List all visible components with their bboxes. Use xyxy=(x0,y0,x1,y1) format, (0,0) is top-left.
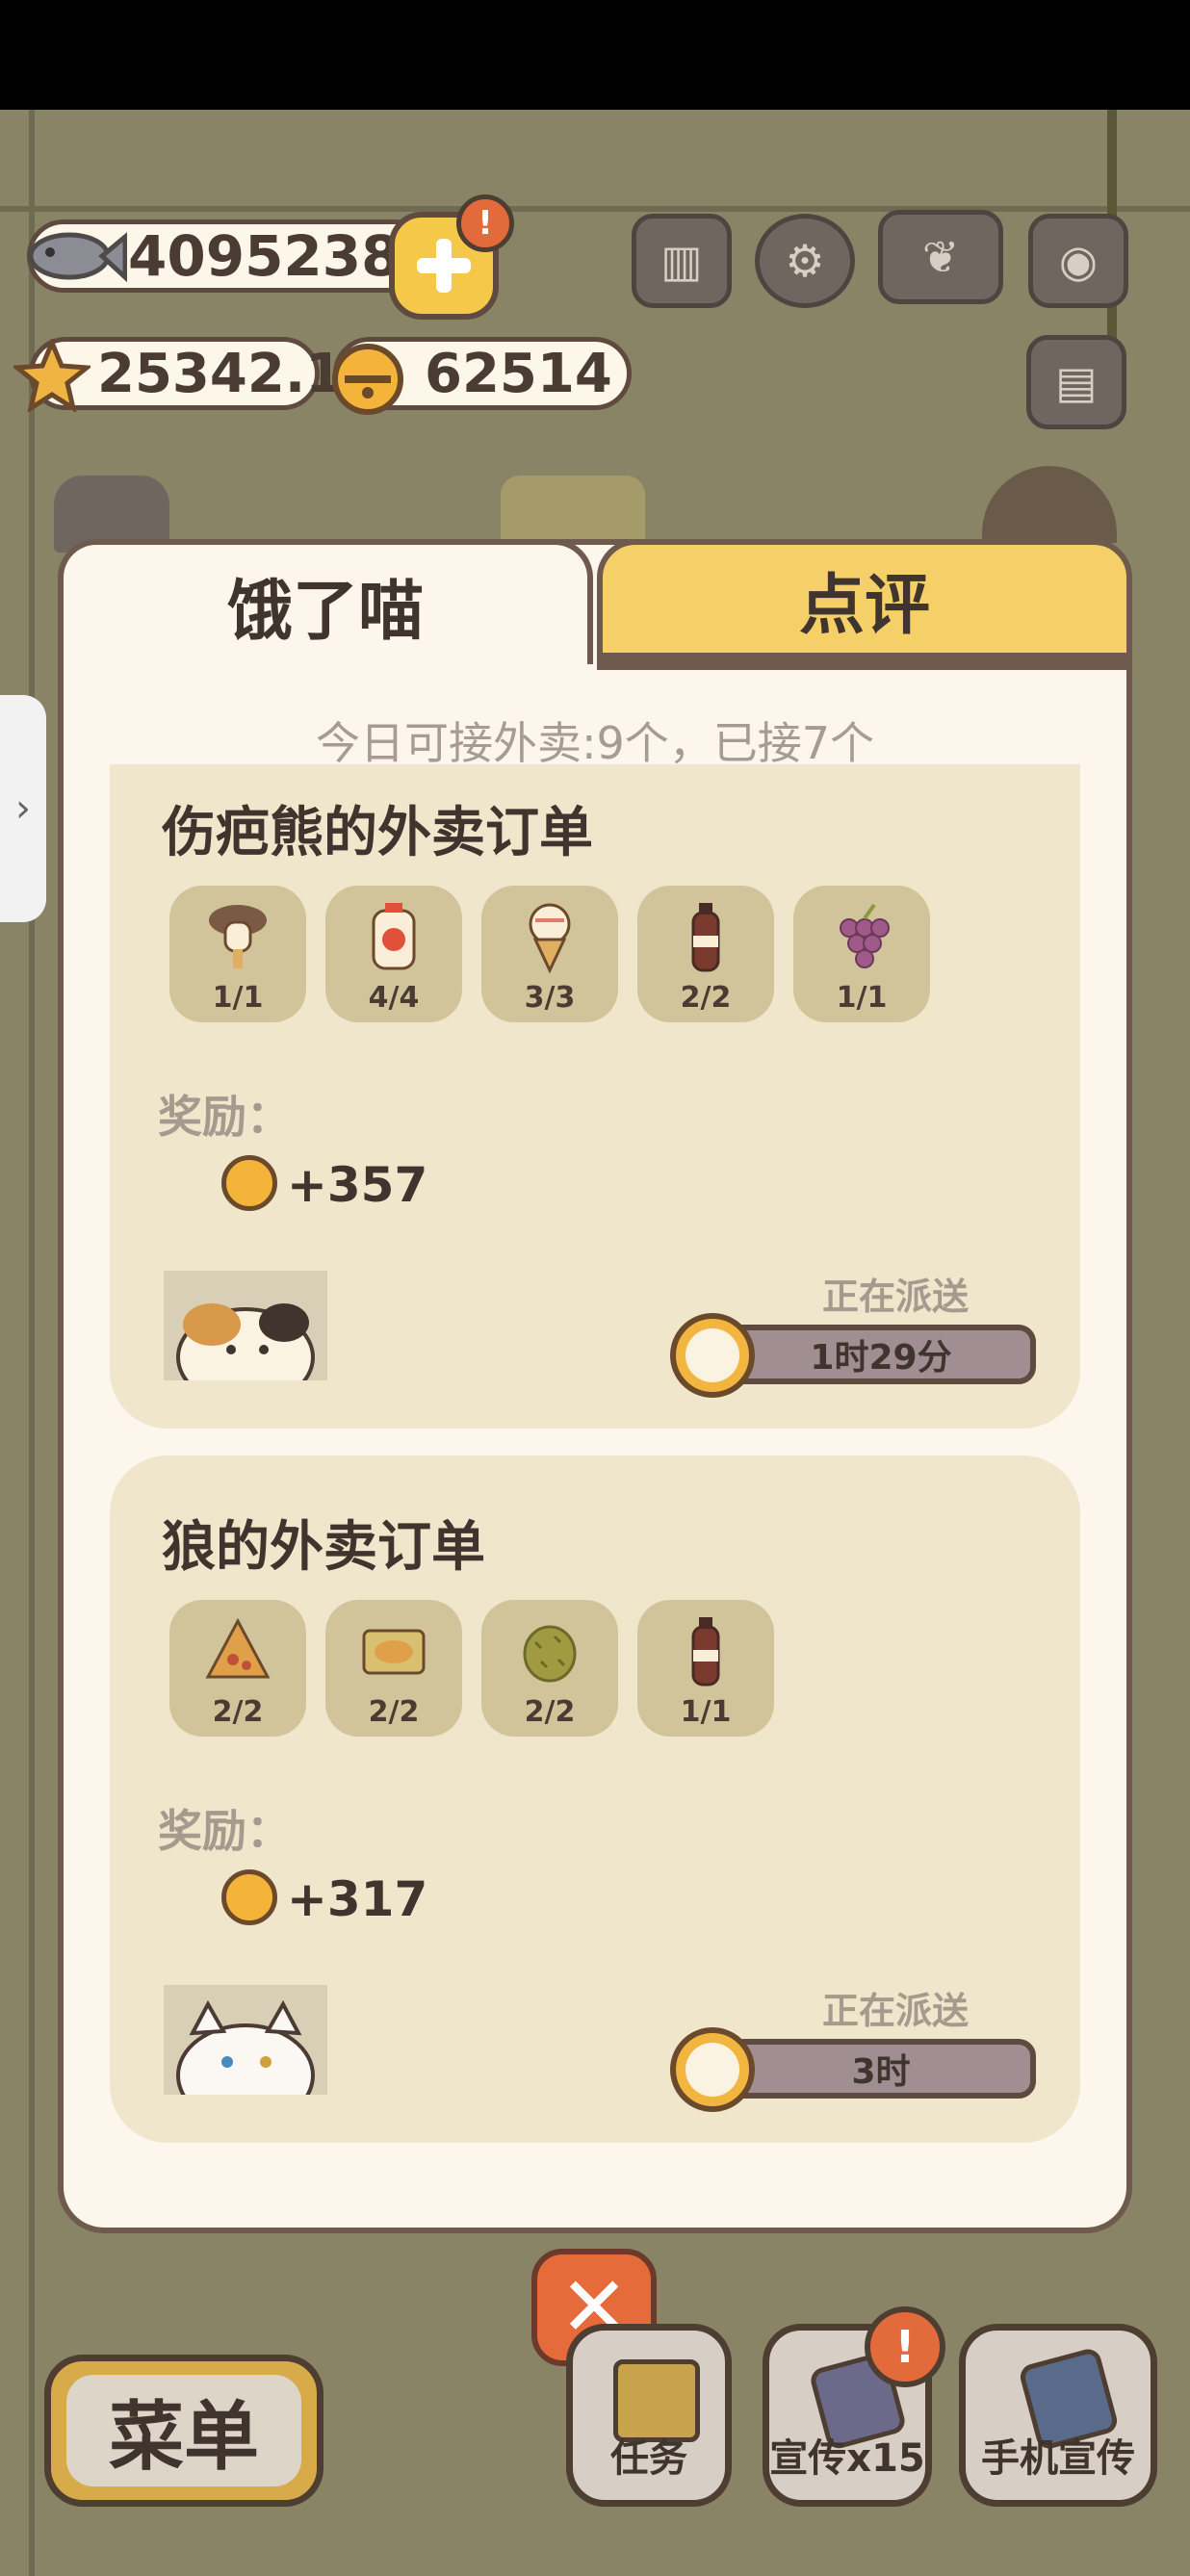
newspaper-icon: ▤ xyxy=(1055,356,1098,408)
phone-promo-button[interactable]: 手机宣传 xyxy=(959,2324,1157,2507)
item-count: 2/2 xyxy=(680,981,732,1015)
bell-icon xyxy=(327,337,408,418)
star-value: 25342.1 xyxy=(97,342,344,405)
gear-icon: ⚙ xyxy=(785,235,825,287)
paw-book-icon: ❦ xyxy=(921,231,960,283)
fish-icon xyxy=(21,223,127,291)
newspaper-button[interactable]: ▤ xyxy=(1026,335,1126,429)
fish-cake-icon xyxy=(362,1629,426,1675)
promo-alert-badge: ! xyxy=(865,2306,945,2387)
delivery-status: 正在派送 xyxy=(822,1275,970,1318)
item-count: 3/3 xyxy=(524,981,576,1015)
status-bar xyxy=(0,0,1190,110)
reward-value: +357 xyxy=(287,1157,428,1213)
order-item[interactable]: 4/4 xyxy=(325,886,462,1022)
tasks-button[interactable]: 任务 xyxy=(566,2324,732,2507)
promo-label: 宣传x15 xyxy=(769,2436,925,2481)
item-count: 4/4 xyxy=(368,981,420,1015)
settings-button[interactable]: ⚙ xyxy=(755,214,855,308)
order-card: 伤疤熊的外卖订单 1/1 4/4 3/3 2/2 1/1 奖励： +357 正在… xyxy=(110,764,1080,1429)
delivery-timer: 1时29分 xyxy=(726,1325,1036,1384)
menu-button[interactable]: 菜单 xyxy=(44,2355,323,2507)
grapes-icon xyxy=(840,903,890,968)
reward-label: 奖励： xyxy=(158,1805,291,1857)
tab-reviews-label: 点评 xyxy=(798,567,930,644)
bell-icon xyxy=(221,1155,277,1211)
order-item[interactable]: 3/3 xyxy=(481,886,618,1022)
item-count: 1/1 xyxy=(212,981,264,1015)
white-cat-avatar xyxy=(164,1985,327,2095)
cat-peeking xyxy=(982,466,1117,543)
order-item[interactable]: 2/2 xyxy=(325,1600,462,1737)
clock-icon xyxy=(670,1313,755,1398)
tasks-label: 任务 xyxy=(610,2436,687,2481)
ranking-button[interactable]: ▥ xyxy=(632,214,732,308)
bell-icon xyxy=(221,1869,277,1925)
reward-label: 奖励： xyxy=(158,1091,291,1143)
order-item[interactable]: 2/2 xyxy=(637,886,774,1022)
chevron-right-icon: › xyxy=(15,786,31,831)
wall-beam xyxy=(0,206,1190,212)
strawberry-jam-icon xyxy=(372,903,416,970)
catbook-button[interactable]: ❦ xyxy=(878,210,1003,304)
order-item[interactable]: 2/2 xyxy=(481,1600,618,1737)
star-icon xyxy=(13,339,91,412)
order-title: 狼的外卖订单 xyxy=(162,1516,485,1579)
fish-alert-badge: ! xyxy=(456,194,514,252)
item-count: 2/2 xyxy=(524,1695,576,1729)
camera-icon: ◉ xyxy=(1058,235,1099,287)
item-count: 2/2 xyxy=(368,1695,420,1729)
camera-button[interactable]: ◉ xyxy=(1028,214,1128,308)
delivery-summary: 今日可接外卖:9个，已接7个 xyxy=(315,717,875,769)
item-count: 1/1 xyxy=(680,1695,732,1729)
podium-icon: ▥ xyxy=(660,235,703,287)
menu-label: 菜单 xyxy=(66,2375,301,2486)
order-item[interactable]: 1/1 xyxy=(169,886,306,1022)
order-card: 狼的外卖订单 2/2 2/2 2/2 1/1 奖励： +317 正在派送 3时 xyxy=(110,1455,1080,2143)
ice-cream-icon xyxy=(529,903,571,974)
order-item[interactable]: 2/2 xyxy=(169,1600,306,1737)
item-count: 1/1 xyxy=(836,981,888,1015)
order-title: 伤疤熊的外卖订单 xyxy=(162,802,593,864)
cola-bottle-icon xyxy=(691,1617,720,1687)
calico-cat-avatar xyxy=(164,1271,327,1380)
phone-promo-label: 手机宣传 xyxy=(981,2436,1135,2481)
tab-delivery[interactable]: 饿了喵 xyxy=(58,539,593,664)
wall-post xyxy=(29,110,35,2576)
delivery-status: 正在派送 xyxy=(822,1990,970,2032)
tab-reviews[interactable]: 点评 xyxy=(597,539,1132,670)
durian-icon xyxy=(523,1625,577,1683)
item-count: 2/2 xyxy=(212,1695,264,1729)
pizza-slice-icon xyxy=(205,1617,271,1679)
clock-icon xyxy=(670,2027,755,2112)
bell-value: 62514 xyxy=(425,342,612,405)
mushroom-icon xyxy=(209,905,267,968)
fish-value: 4095238 xyxy=(128,223,401,289)
order-item[interactable]: 1/1 xyxy=(637,1600,774,1737)
cola-bottle-icon xyxy=(691,903,720,972)
tab-delivery-label: 饿了喵 xyxy=(226,573,424,650)
reward-value: +317 xyxy=(287,1871,428,1927)
order-item[interactable]: 1/1 xyxy=(793,886,930,1022)
delivery-timer: 3时 xyxy=(726,2039,1036,2099)
